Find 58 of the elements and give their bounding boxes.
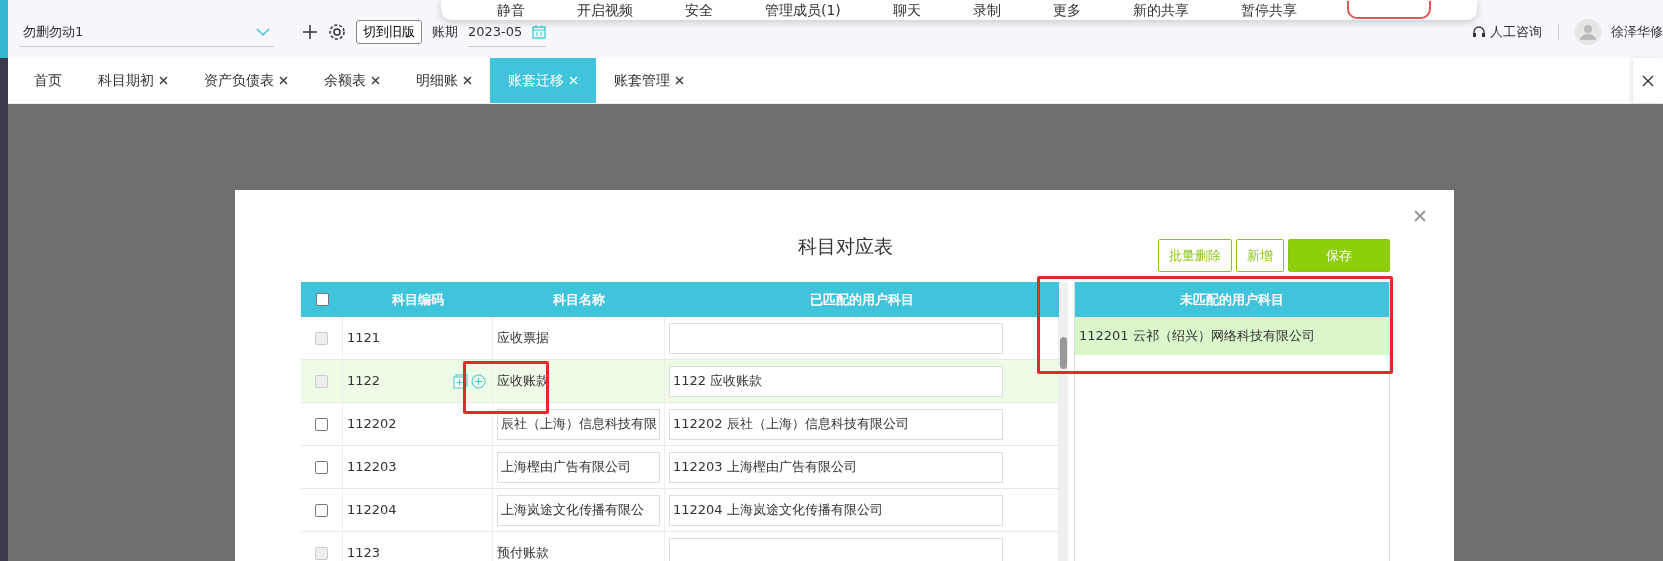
table-cell-text: 112204 [347,501,397,520]
select-all-checkbox[interactable] [315,293,329,306]
table-row[interactable]: 112203 上海樫由广告有限公司 112203 上海樫由广告有限公司 [301,446,1059,489]
table-row[interactable]: 112202 辰社（上海）信息科技有限 112202 辰社（上海）信息科技有限公司 [301,403,1059,446]
close-icon[interactable] [675,76,684,85]
close-icon[interactable] [371,76,380,85]
matched-field[interactable]: 112204 上海岚途文化传播有限公司 [669,494,1003,526]
name-field[interactable]: 上海岚途文化传播有限公 [497,494,660,526]
row-checkbox[interactable] [315,503,328,517]
table-cell-text: 1121 [347,329,381,348]
switch-version-button[interactable]: 切到旧版 [356,20,422,44]
name-field[interactable]: 辰社（上海）信息科技有限 [497,408,660,440]
user-name: 徐泽华修 [1611,23,1663,42]
row-checkbox[interactable] [315,417,328,431]
close-icon[interactable] [159,76,168,85]
column-header: 未匹配的用户科目 [1075,282,1389,317]
row-checkbox[interactable] [315,460,328,474]
tab[interactable]: 账套管理 [596,58,702,103]
dialog-title: 科目对应表 [798,233,893,259]
toolbar-item[interactable]: 安全 [659,0,739,20]
column-header: 科目编码 [391,290,445,309]
toolbar-item[interactable]: 聊天 [866,0,947,20]
tab[interactable]: 余额表 [306,58,398,103]
close-icon[interactable] [463,76,472,85]
table-cell-text: 1123 [347,544,381,561]
column-header: 科目名称 [552,290,606,309]
tab[interactable]: 首页 [16,58,80,103]
tab[interactable]: 明细账 [398,58,490,103]
scrollbar-thumb[interactable] [1060,337,1067,369]
account-book-select[interactable]: 勿删勿动1 [19,17,274,47]
table-row[interactable]: 112204 上海岚途文化传播有限公 112204 上海岚途文化传播有限公司 [301,489,1059,532]
table-cell-text: 应收票据 [497,329,549,348]
table-cell-text: 1122 [347,372,381,391]
settings-icon[interactable] [328,23,346,41]
toolbar-item[interactable]: 更多 [1026,0,1107,20]
list-item[interactable]: 112201 云祁（绍兴）网络科技有限公司 [1075,317,1389,355]
toolbar-item[interactable]: 新的共享 [1106,0,1215,20]
toolbar-item[interactable]: 开启视频 [551,0,659,20]
table-cell-text: 112202 [347,415,397,434]
tab[interactable]: 科目期初 [80,58,186,103]
matched-field[interactable]: 112202 辰社（上海）信息科技有限公司 [669,408,1003,440]
outlined-button[interactable] [1346,1,1431,19]
toolbar-item[interactable]: 录制 [946,0,1027,20]
plus-icon[interactable] [302,24,318,40]
table-cell-text: 112203 [347,458,397,477]
name-field[interactable]: 上海樫由广告有限公司 [497,451,660,483]
headset-icon[interactable] [1472,25,1486,39]
matched-field[interactable]: 112203 上海樫由广告有限公司 [669,451,1003,483]
toolbar-item[interactable]: 静音 [471,0,551,20]
toolbar-item[interactable]: 暂停共享 [1214,0,1323,20]
close-icon[interactable] [1642,74,1654,87]
toolbar-item[interactable]: 管理成员(1) [739,0,867,20]
period-label: 账期 [432,23,458,42]
column-header: 已匹配的用户科目 [809,290,915,309]
tab[interactable]: 资产负债表 [186,58,306,103]
table-cell-text: 预付账款 [497,544,549,561]
close-icon[interactable] [279,76,288,85]
support-link[interactable]: 人工咨询 [1490,22,1542,42]
